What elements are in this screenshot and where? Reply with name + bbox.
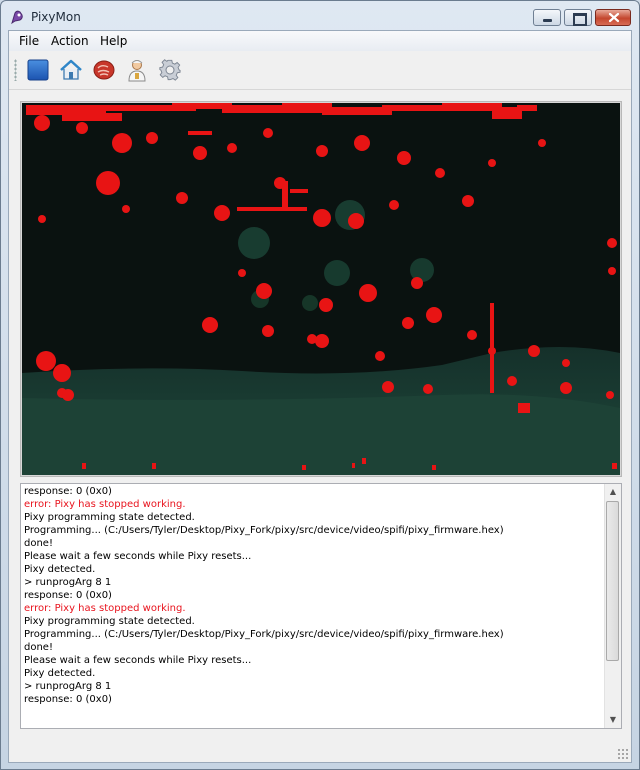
settings-gear-icon [159,59,181,81]
window-title: PixyMon [31,10,81,24]
camera-frame [22,103,620,475]
log-line: > runprogArg 8 1 [24,577,112,588]
log-error-line: error: Pixy has stopped working. [24,499,186,510]
log-line: Please wait a few seconds while Pixy res… [24,655,252,666]
stop-icon [27,59,49,81]
close-icon [608,12,620,23]
minimize-button[interactable] [533,9,561,26]
toolbar [9,51,631,90]
menu-file[interactable]: File [19,34,39,48]
log-line: response: 0 (0x0) [24,486,112,497]
log-line: Pixy programming state detected. [24,616,195,627]
log-line: Pixy programming state detected. [24,512,195,523]
scroll-thumb[interactable] [606,501,619,661]
raw-video-icon [93,60,115,80]
close-button[interactable] [595,9,631,26]
camera-video-view[interactable] [20,101,622,477]
menu-help[interactable]: Help [100,34,127,48]
scroll-up-icon[interactable]: ▲ [605,484,621,500]
maximize-icon [573,13,587,26]
toolbar-grip[interactable] [14,59,17,81]
configure-signatures-icon [128,60,146,82]
log-line: Programming... (C:/Users/Tyler/Desktop/P… [24,629,504,640]
status-bar [9,739,631,762]
log-line: Programming... (C:/Users/Tyler/Desktop/P… [24,525,504,536]
home-button[interactable] [59,58,83,82]
log-line: > runprogArg 8 1 [24,681,112,692]
minimize-icon [543,19,552,22]
settings-button[interactable] [158,58,182,82]
log-line: Please wait a few seconds while Pixy res… [24,551,252,562]
raw-video-button[interactable] [92,58,116,82]
log-line: Pixy detected. [24,564,96,575]
log-line: response: 0 (0x0) [24,694,112,705]
log-line: Pixy detected. [24,668,96,679]
log-scrollbar[interactable]: ▲ ▼ [604,484,621,728]
main-client-area: File Action Help response: 0 (0x0) error… [8,30,632,763]
stop-button[interactable] [26,58,50,82]
menu-action[interactable]: Action [51,34,89,48]
log-line: done! [24,538,53,549]
maximize-button[interactable] [564,9,592,26]
log-error-line: error: Pixy has stopped working. [24,603,186,614]
pixymon-app-icon [11,10,23,25]
log-lines: response: 0 (0x0) error: Pixy has stopped… [24,485,604,706]
home-icon [60,59,82,80]
scroll-down-icon[interactable]: ▼ [605,712,621,728]
log-line: response: 0 (0x0) [24,590,112,601]
log-line: done! [24,642,53,653]
resize-grip-icon[interactable] [617,748,629,760]
title-bar[interactable]: PixyMon [1,1,639,31]
configure-signatures-button[interactable] [125,58,149,82]
console-log[interactable]: response: 0 (0x0) error: Pixy has stopped… [20,483,622,729]
menu-bar: File Action Help [9,31,631,51]
pixymon-window: PixyMon File Action Help response: 0 (0x… [0,0,640,770]
